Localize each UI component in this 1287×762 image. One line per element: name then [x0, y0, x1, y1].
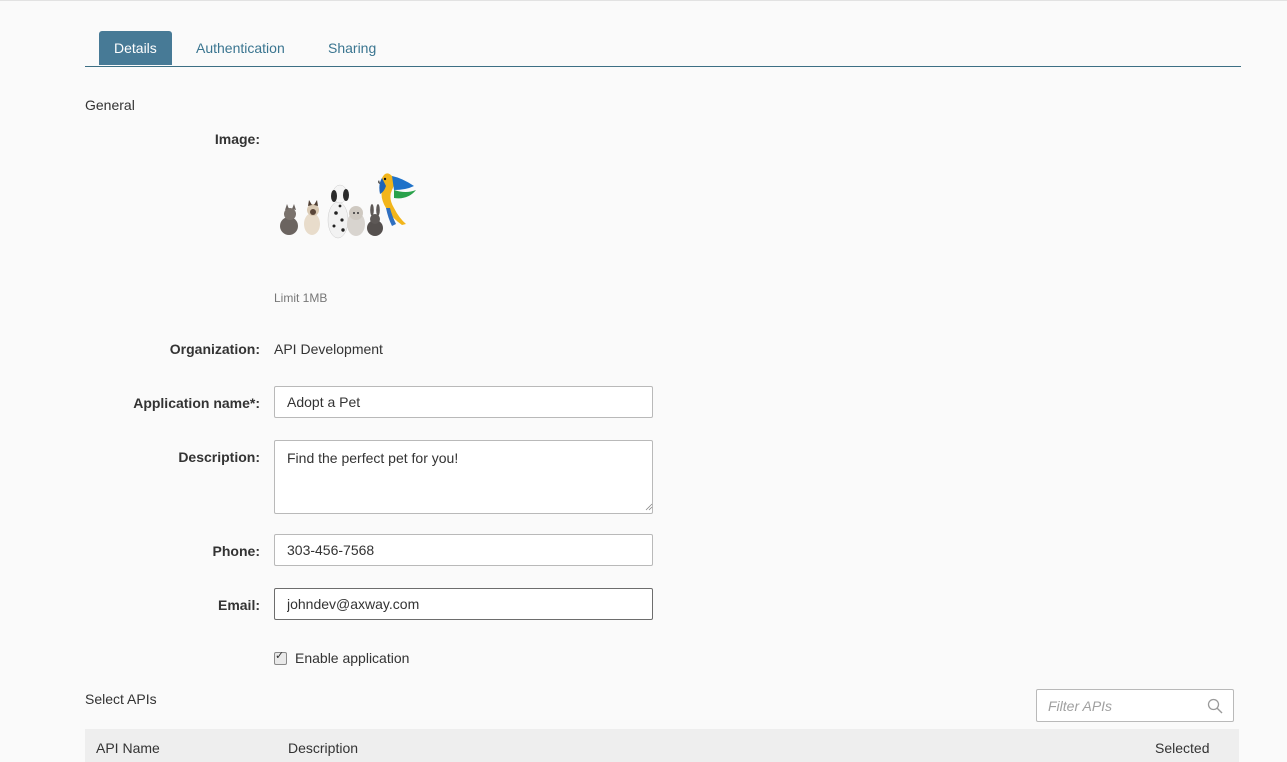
column-header-selected[interactable]: Selected [1155, 740, 1209, 756]
tab-authentication[interactable]: Authentication [196, 31, 285, 65]
section-title-general: General [85, 97, 135, 113]
phone-input[interactable] [274, 534, 653, 566]
filter-apis-input[interactable] [1037, 690, 1198, 721]
description-textarea[interactable]: Find the perfect pet for you! [274, 440, 653, 514]
description-label: Description: [178, 449, 260, 465]
enable-application-checkbox[interactable] [274, 649, 287, 665]
enable-application-label[interactable]: Enable application [295, 650, 409, 666]
column-header-description[interactable]: Description [288, 740, 358, 756]
section-title-select-apis: Select APIs [85, 691, 157, 707]
filter-apis-field[interactable] [1036, 689, 1234, 722]
resize-grip-icon[interactable] [645, 503, 653, 511]
tab-sharing[interactable]: Sharing [328, 31, 376, 65]
application-name-label: Application name*: [133, 395, 260, 411]
apis-table-header: API Name Description Selected [85, 729, 1239, 762]
tab-details[interactable]: Details [99, 31, 172, 65]
organization-label: Organization: [169, 341, 260, 357]
application-name-input[interactable] [274, 386, 653, 418]
column-header-api-name[interactable]: API Name [96, 740, 160, 756]
top-divider [0, 0, 1287, 1]
email-input[interactable] [274, 588, 653, 620]
image-size-hint: Limit 1MB [274, 291, 328, 305]
enable-application-row: Enable application [274, 649, 409, 666]
pets-image[interactable] [274, 168, 420, 242]
email-label: Email: [217, 597, 260, 613]
phone-label: Phone: [212, 543, 260, 559]
search-icon[interactable] [1207, 698, 1223, 714]
image-label: Image: [214, 131, 260, 147]
tab-bar: Details Authentication Sharing [85, 31, 1241, 67]
organization-value: API Development [274, 341, 383, 357]
